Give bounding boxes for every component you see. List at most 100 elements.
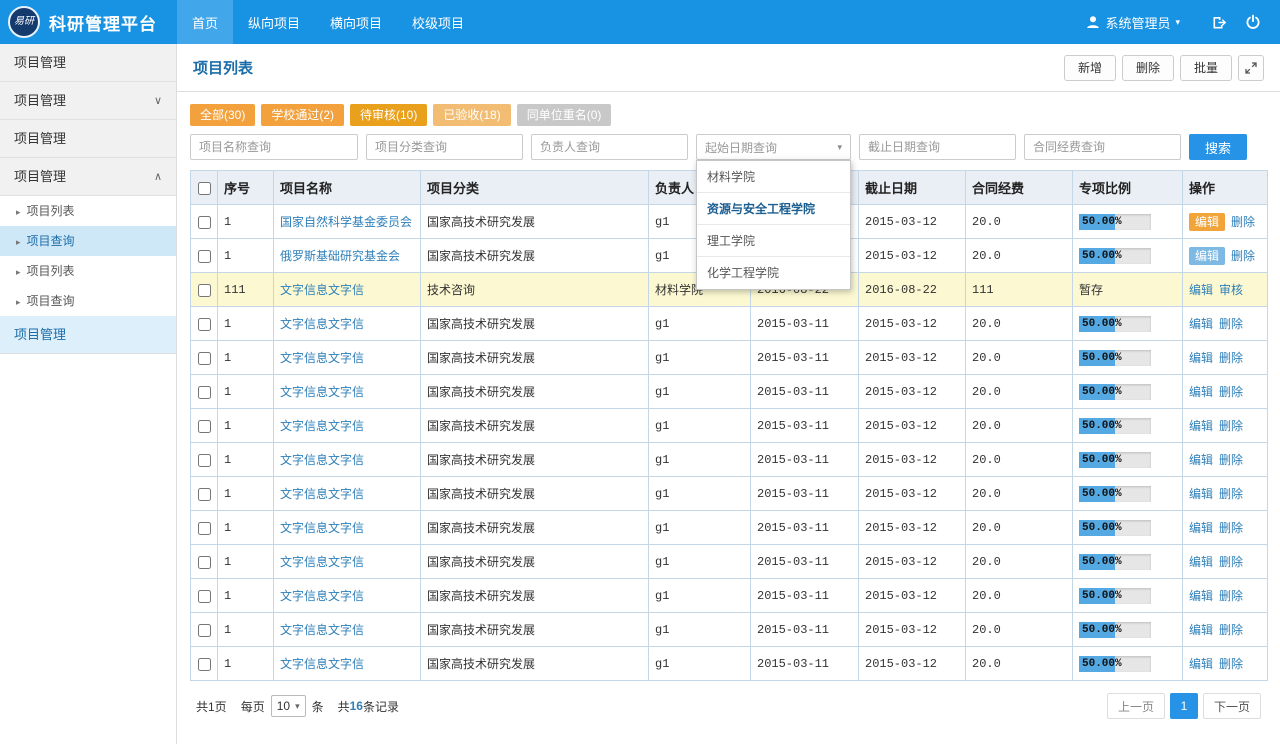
- edit-action[interactable]: 编辑: [1189, 247, 1225, 265]
- sidebar-item-project-list-1[interactable]: ▸项目列表: [0, 196, 176, 226]
- sidebar-group-project-management-3[interactable]: 项目管理: [0, 120, 176, 158]
- row-checkbox[interactable]: [198, 216, 211, 229]
- row-checkbox[interactable]: [198, 352, 211, 365]
- end-date-input[interactable]: [859, 134, 1016, 160]
- delete-action[interactable]: 删除: [1219, 555, 1243, 569]
- edit-action[interactable]: 编辑: [1189, 213, 1225, 231]
- dropdown-item-material-college[interactable]: 材料学院: [697, 161, 850, 193]
- nav-tab-horizontal-projects[interactable]: 横向项目: [315, 0, 397, 44]
- edit-action[interactable]: 编辑: [1189, 317, 1213, 331]
- edit-action[interactable]: 编辑: [1189, 385, 1213, 399]
- batch-button[interactable]: 批量: [1180, 55, 1232, 81]
- delete-action[interactable]: 删除: [1231, 249, 1255, 263]
- dropdown-item-resource-safety-college[interactable]: 资源与安全工程学院: [697, 193, 850, 225]
- edit-action[interactable]: 编辑: [1189, 589, 1213, 603]
- sidebar-group-project-management-4[interactable]: 项目管理 ∧: [0, 158, 176, 196]
- power-button[interactable]: [1240, 9, 1266, 35]
- sidebar-item-project-query-2[interactable]: ▸项目查询: [0, 286, 176, 316]
- project-name-link[interactable]: 文字信息文字信: [280, 283, 364, 297]
- project-name-link[interactable]: 文字信息文字信: [280, 589, 364, 603]
- project-name-link[interactable]: 俄罗斯基础研究基金会: [280, 249, 400, 263]
- edit-action[interactable]: 编辑: [1189, 351, 1213, 365]
- delete-action[interactable]: 删除: [1219, 623, 1243, 637]
- delete-action[interactable]: 删除: [1219, 521, 1243, 535]
- filter-pending-review[interactable]: 待审核(10): [350, 104, 427, 126]
- project-name-link[interactable]: 文字信息文字信: [280, 657, 364, 671]
- project-name-input[interactable]: [190, 134, 358, 160]
- filter-school-approved[interactable]: 学校通过(2): [261, 104, 344, 126]
- edit-action[interactable]: 编辑: [1189, 419, 1213, 433]
- dropdown-item-chemical-college[interactable]: 化学工程学院: [697, 257, 850, 289]
- delete-action[interactable]: 删除: [1219, 487, 1243, 501]
- dropdown-item-science-college[interactable]: 理工学院: [697, 225, 850, 257]
- fee-input[interactable]: [1024, 134, 1181, 160]
- sidebar-item-project-query-1[interactable]: ▸项目查询: [0, 226, 176, 256]
- project-name-link[interactable]: 文字信息文字信: [280, 555, 364, 569]
- filter-accepted[interactable]: 已验收(18): [433, 104, 510, 126]
- row-checkbox[interactable]: [198, 590, 211, 603]
- sidebar-group-project-management-1[interactable]: 项目管理: [0, 44, 176, 82]
- open-new-window-button[interactable]: [1206, 9, 1232, 35]
- add-button[interactable]: 新增: [1064, 55, 1116, 81]
- row-checkbox[interactable]: [198, 420, 211, 433]
- user-menu[interactable]: 系统管理员 ▾: [1086, 13, 1180, 32]
- next-page-button[interactable]: 下一页: [1203, 693, 1261, 719]
- prev-page-button[interactable]: 上一页: [1107, 693, 1165, 719]
- row-checkbox[interactable]: [198, 386, 211, 399]
- project-name-link[interactable]: 文字信息文字信: [280, 521, 364, 535]
- cell-category: 国家高技术研究发展: [421, 205, 649, 239]
- select-all-checkbox[interactable]: [198, 182, 211, 195]
- owner-input[interactable]: [531, 134, 688, 160]
- edit-action[interactable]: 编辑: [1189, 623, 1213, 637]
- project-name-link[interactable]: 文字信息文字信: [280, 453, 364, 467]
- delete-action[interactable]: 删除: [1219, 385, 1243, 399]
- filter-duplicate-name[interactable]: 同单位重名(0): [517, 104, 612, 126]
- row-checkbox[interactable]: [198, 624, 211, 637]
- edit-action[interactable]: 编辑: [1189, 521, 1213, 535]
- project-name-link[interactable]: 文字信息文字信: [280, 317, 364, 331]
- sidebar-item-project-list-2[interactable]: ▸项目列表: [0, 256, 176, 286]
- row-checkbox[interactable]: [198, 250, 211, 263]
- delete-action[interactable]: 删除: [1219, 589, 1243, 603]
- delete-action[interactable]: 删除: [1219, 317, 1243, 331]
- project-name-link[interactable]: 文字信息文字信: [280, 351, 364, 365]
- row-checkbox[interactable]: [198, 658, 211, 671]
- edit-action[interactable]: 编辑: [1189, 283, 1213, 297]
- project-category-input[interactable]: [366, 134, 523, 160]
- review-action[interactable]: 审核: [1219, 283, 1243, 297]
- per-page-select[interactable]: 10 ▾: [271, 695, 306, 717]
- nav-tab-home[interactable]: 首页: [177, 0, 233, 44]
- search-button[interactable]: 搜索: [1189, 134, 1247, 160]
- row-checkbox[interactable]: [198, 522, 211, 535]
- delete-action[interactable]: 删除: [1219, 657, 1243, 671]
- delete-button[interactable]: 删除: [1122, 55, 1174, 81]
- edit-action[interactable]: 编辑: [1189, 657, 1213, 671]
- project-name-link[interactable]: 文字信息文字信: [280, 419, 364, 433]
- page-1-button[interactable]: 1: [1170, 693, 1198, 719]
- project-name-link[interactable]: 国家自然科学基金委员会: [280, 215, 412, 229]
- row-checkbox[interactable]: [198, 318, 211, 331]
- project-name-link[interactable]: 文字信息文字信: [280, 487, 364, 501]
- row-checkbox[interactable]: [198, 454, 211, 467]
- edit-action[interactable]: 编辑: [1189, 555, 1213, 569]
- expand-button[interactable]: [1238, 55, 1264, 81]
- project-name-link[interactable]: 文字信息文字信: [280, 385, 364, 399]
- delete-action[interactable]: 删除: [1219, 453, 1243, 467]
- row-checkbox[interactable]: [198, 284, 211, 297]
- edit-action[interactable]: 编辑: [1189, 453, 1213, 467]
- sidebar-group-project-management-2[interactable]: 项目管理 ∨: [0, 82, 176, 120]
- delete-action[interactable]: 删除: [1231, 215, 1255, 229]
- cell-name: 文字信息文字信: [274, 375, 421, 409]
- nav-tab-vertical-projects[interactable]: 纵向项目: [233, 0, 315, 44]
- start-date-select[interactable]: 起始日期查询 ▾: [696, 134, 851, 160]
- nav-tab-school-projects[interactable]: 校级项目: [397, 0, 479, 44]
- row-checkbox[interactable]: [198, 556, 211, 569]
- project-name-link[interactable]: 文字信息文字信: [280, 623, 364, 637]
- filter-all[interactable]: 全部(30): [190, 104, 255, 126]
- edit-action[interactable]: 编辑: [1189, 487, 1213, 501]
- progress-bar: 50.00%: [1079, 622, 1151, 638]
- row-checkbox[interactable]: [198, 488, 211, 501]
- delete-action[interactable]: 删除: [1219, 351, 1243, 365]
- sidebar-group-project-management-5[interactable]: 项目管理: [0, 316, 176, 354]
- delete-action[interactable]: 删除: [1219, 419, 1243, 433]
